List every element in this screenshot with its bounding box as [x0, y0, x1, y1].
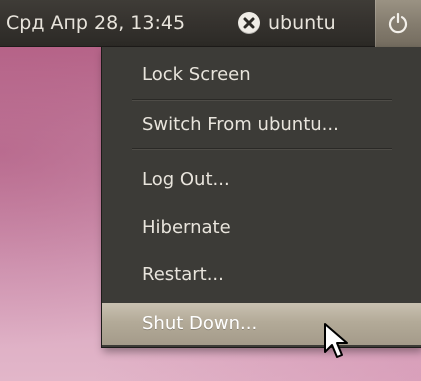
- power-icon: [388, 12, 408, 34]
- mouse-cursor-icon: [324, 323, 348, 358]
- session-menu-button[interactable]: [375, 0, 421, 47]
- menu-separator: [132, 148, 392, 150]
- clock[interactable]: Срд Апр 28, 13:45: [6, 10, 185, 36]
- menu-item-hibernate[interactable]: Hibernate: [102, 207, 421, 249]
- menu-item-switch-user[interactable]: Switch From ubuntu...: [102, 104, 421, 146]
- username-label[interactable]: ubuntu: [268, 10, 336, 36]
- menu-item-lock-screen[interactable]: Lock Screen: [102, 54, 421, 96]
- menu-item-log-out[interactable]: Log Out...: [102, 159, 421, 201]
- session-menu: Lock Screen Switch From ubuntu... Log Ou…: [101, 47, 421, 348]
- menu-item-restart[interactable]: Restart...: [102, 254, 421, 296]
- menu-separator: [132, 99, 392, 101]
- menu-item-shut-down[interactable]: Shut Down...: [102, 303, 421, 345]
- user-offline-icon[interactable]: [238, 12, 260, 34]
- top-panel: Срд Апр 28, 13:45 ubuntu: [0, 0, 421, 47]
